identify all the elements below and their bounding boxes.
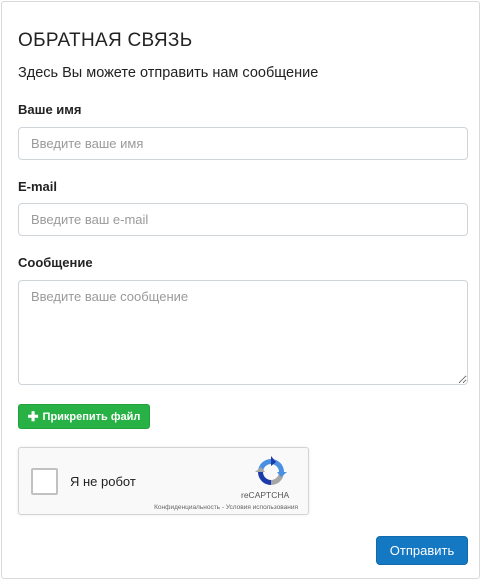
recaptcha-brand: reCAPTCHA (241, 490, 290, 500)
recaptcha-terms-link[interactable]: Условия использования (226, 504, 298, 511)
recaptcha-label: Я не робот (70, 474, 136, 489)
submit-button[interactable]: Отправить (376, 536, 468, 565)
recaptcha-checkbox[interactable] (31, 468, 58, 495)
name-field[interactable] (18, 127, 468, 160)
email-field[interactable] (18, 203, 468, 236)
name-label: Ваше имя (18, 102, 82, 117)
email-label: E-mail (18, 179, 58, 194)
recaptcha-privacy-link[interactable]: Конфиденциальность (154, 504, 220, 511)
message-field[interactable] (18, 280, 468, 385)
page-title: ОБРАТНАЯ СВЯЗЬ (18, 30, 193, 51)
plus-icon: ✚ (27, 409, 39, 424)
form-subtitle: Здесь Вы можете отправить нам сообщение (18, 65, 319, 81)
message-label: Сообщение (18, 255, 93, 270)
attach-file-button[interactable]: ✚ Прикрепить файл (18, 404, 150, 429)
recaptcha-widget: Я не робот reCAPTCHA Конфиденциальность … (18, 447, 309, 515)
feedback-panel: ОБРАТНАЯ СВЯЗЬ Здесь Вы можете отправить… (1, 1, 480, 579)
recaptcha-logo-icon (255, 456, 287, 485)
attach-file-label: Прикрепить файл (42, 410, 141, 423)
recaptcha-links: Конфиденциальность - Условия использован… (154, 504, 298, 511)
